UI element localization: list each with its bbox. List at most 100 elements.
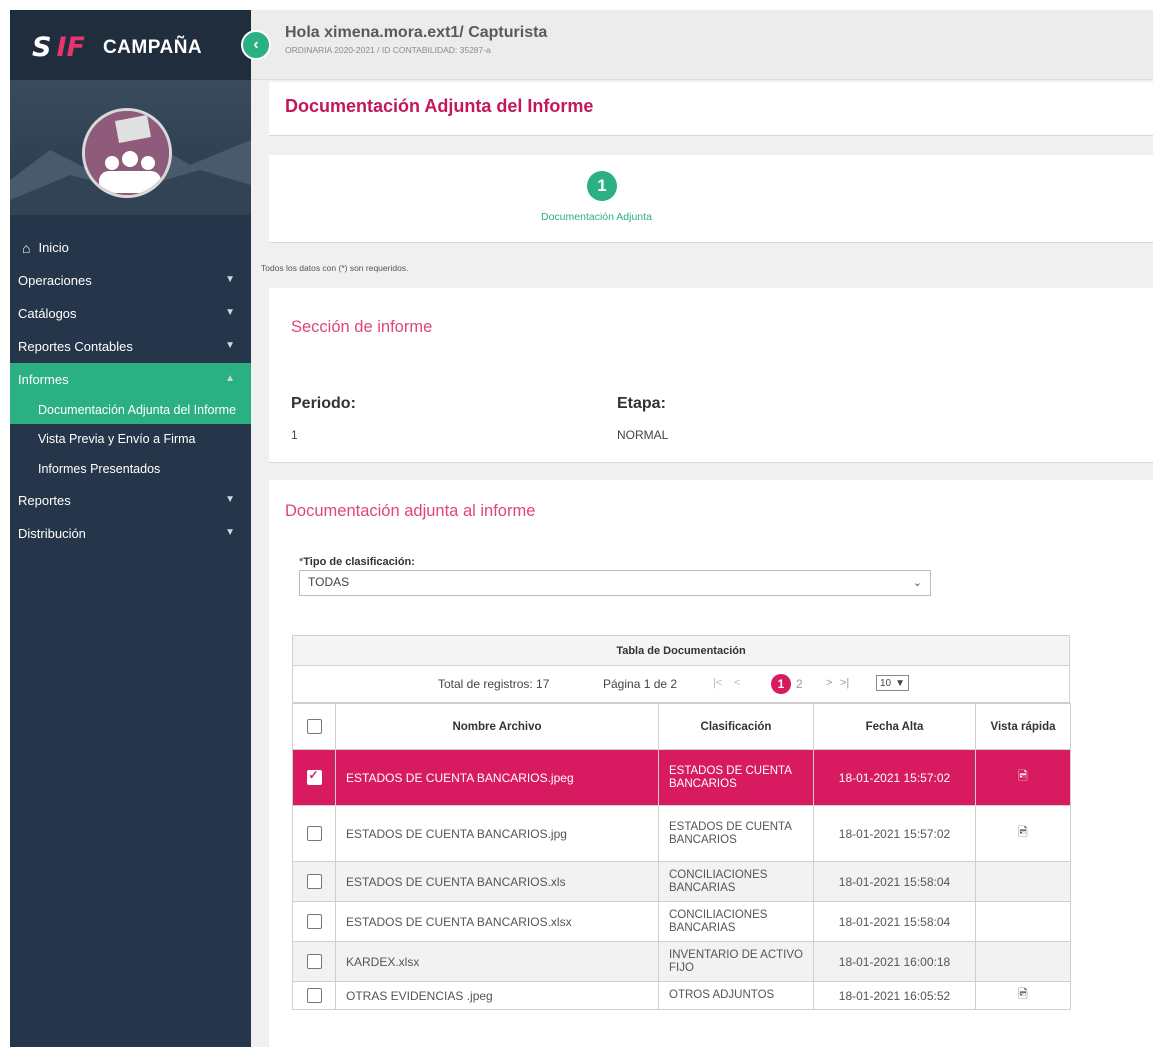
chevron-down-icon: ▼ [225,494,235,505]
classification: ESTADOS DE CUENTA BANCARIOS [658,805,814,862]
nav-vista-previa[interactable]: Vista Previa y Envío a Firma [10,424,251,454]
top-bar: Hola ximena.mora.ext1/ Capturista ORDINA… [251,10,1153,80]
image-file-icon[interactable]: 🖻 [1018,767,1028,788]
preview-cell: 🖻 [975,749,1071,806]
title-card: Documentación Adjunta del Informe [269,82,1153,136]
select-all-cell [292,703,336,750]
prev-page-button[interactable]: < [734,677,740,689]
nav-reportes[interactable]: Reportes ▼ [10,484,251,517]
group-users-icon [85,111,169,195]
page-title: Documentación Adjunta del Informe [285,96,594,116]
file-name: ESTADOS DE CUENTA BANCARIOS.jpg [335,805,659,862]
next-page-button[interactable]: > [826,677,832,689]
row-checkbox-cell [292,805,336,862]
col-vista: Vista rápida [975,703,1071,750]
nav-inicio[interactable]: ⌂ Inicio [10,231,251,264]
table-row[interactable]: KARDEX.xlsx INVENTARIO DE ACTIVO FIJO 18… [292,941,1071,982]
required-note: Todos los datos con (*) son requeridos. [261,263,409,273]
classification-select[interactable]: TODAS ⌄ [299,570,931,596]
chevron-down-icon: ▼ [225,340,235,351]
nav-informes[interactable]: Informes ▲ [10,363,251,396]
table-row[interactable]: ESTADOS DE CUENTA BANCARIOS.jpeg ESTADOS… [292,749,1071,806]
nav-reportes-contables[interactable]: Reportes Contables ▼ [10,330,251,363]
row-checkbox-cell [292,941,336,982]
brand-name: CAMPAÑA [102,36,203,58]
nav-distribucion-label: Distribución [18,526,86,541]
paginator: Total de registros: 17 Página 1 de 2 |< … [292,666,1070,703]
chevron-down-icon: ▼ [225,307,235,318]
file-name: ESTADOS DE CUENTA BANCARIOS.jpeg [335,749,659,806]
preview-cell [975,901,1071,942]
upload-date: 18-01-2021 15:57:02 [813,805,976,862]
nav-catalogos[interactable]: Catálogos ▼ [10,297,251,330]
documents-table: Tabla de Documentación Total de registro… [292,635,1071,1010]
classification-value: TODAS [308,575,350,589]
row-checkbox[interactable] [306,874,322,890]
periodo-value: 1 [291,428,298,442]
documents-grid: Nombre Archivo Clasificación Fecha Alta … [292,703,1071,1010]
current-page-button[interactable]: 1 [771,674,791,694]
row-checkbox[interactable] [306,988,322,1004]
page-size-select[interactable]: 10 ▼ [876,675,910,691]
table-row[interactable]: ESTADOS DE CUENTA BANCARIOS.xlsx CONCILI… [292,901,1071,942]
collapse-sidebar-button[interactable]: ‹ [241,30,271,60]
chevron-down-icon: ⌄ [912,577,922,589]
process-info: ORDINARIA 2020-2021 / ID CONTABILIDAD: 3… [285,45,491,55]
page-info: Página 1 de 2 [603,677,678,691]
sidebar: S IF CAMPAÑA ‹ ⌂ Inicio Operaciones ▼ Ca… [10,10,271,1047]
classification: CONCILIACIONES BANCARIAS [658,901,814,942]
last-page-button[interactable]: >| [840,677,849,689]
step-label: Documentación Adjunta [541,211,652,223]
upload-date: 18-01-2021 15:58:04 [813,901,976,942]
row-checkbox[interactable] [306,914,322,930]
row-checkbox-cell [292,981,336,1010]
brand-logo: S IF CAMPAÑA [32,32,202,63]
row-checkbox[interactable] [306,954,322,970]
classification-label: *Tipo de clasificación: [299,556,415,568]
sidebar-banner [10,80,251,215]
logo-s: S [32,32,51,63]
col-nombre[interactable]: Nombre Archivo [335,703,659,750]
col-fecha[interactable]: Fecha Alta [813,703,976,750]
step-number[interactable]: 1 [587,171,617,201]
chevron-down-icon: ▼ [225,274,235,285]
nav-inicio-label: Inicio [38,240,69,255]
main-content: Hola ximena.mora.ext1/ Capturista ORDINA… [251,10,1153,1047]
row-checkbox[interactable] [306,768,322,786]
col-clasificacion[interactable]: Clasificación [658,703,814,750]
nav-distribucion[interactable]: Distribución ▼ [10,517,251,550]
first-page-button[interactable]: |< [713,677,722,689]
row-checkbox[interactable] [306,826,322,842]
documents-card: Documentación adjunta al informe *Tipo d… [269,480,1153,1047]
upload-date: 18-01-2021 16:05:52 [813,981,976,1010]
row-checkbox-cell [292,901,336,942]
caret-down-icon: ▼ [895,677,906,689]
logo-if: IF [56,32,85,63]
section-title: Sección de informe [291,318,433,336]
file-name: ESTADOS DE CUENTA BANCARIOS.xlsx [335,901,659,942]
image-file-icon[interactable]: 🖻 [1018,985,1028,1006]
table-row[interactable]: OTRAS EVIDENCIAS .jpeg OTROS ADJUNTOS 18… [292,981,1071,1010]
total-records: Total de registros: 17 [438,677,550,691]
home-icon: ⌂ [22,239,31,256]
nav-operaciones[interactable]: Operaciones ▼ [10,264,251,297]
select-all-checkbox[interactable] [306,719,322,734]
periodo-label: Periodo: [291,395,356,412]
table-header-row: Nombre Archivo Clasificación Fecha Alta … [292,703,1071,750]
stepper-card: 1 Documentación Adjunta [269,155,1153,243]
chevron-up-icon: ▲ [225,373,235,384]
nav-informes-presentados[interactable]: Informes Presentados [10,454,251,484]
classification: INVENTARIO DE ACTIVO FIJO [658,941,814,982]
nav-operaciones-label: Operaciones [18,273,92,288]
nav-documentacion-adjunta[interactable]: Documentación Adjunta del Informe [10,396,251,424]
page-2-button[interactable]: 2 [796,677,803,691]
documents-title: Documentación adjunta al informe [285,502,536,520]
table-title: Tabla de Documentación [292,635,1070,666]
etapa-value: NORMAL [617,428,669,442]
page-size-value: 10 [880,677,892,689]
preview-cell [975,941,1071,982]
image-file-icon[interactable]: 🖻 [1018,823,1028,844]
table-row[interactable]: ESTADOS DE CUENTA BANCARIOS.jpg ESTADOS … [292,805,1071,862]
table-row[interactable]: ESTADOS DE CUENTA BANCARIOS.xls CONCILIA… [292,861,1071,902]
preview-cell: 🖻 [975,805,1071,862]
